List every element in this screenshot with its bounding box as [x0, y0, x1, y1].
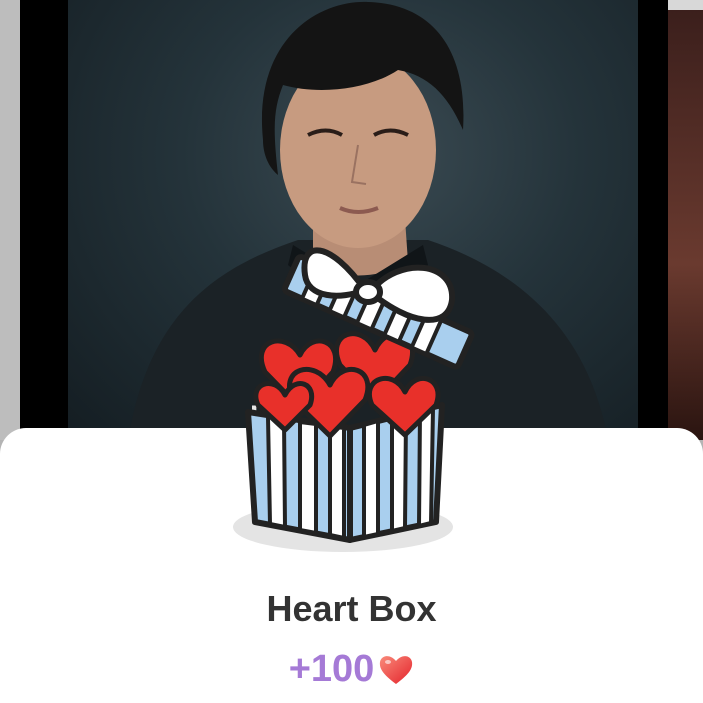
- screen: I k: [0, 0, 703, 703]
- reward-title: Heart Box: [266, 588, 437, 629]
- reward-value: +100: [288, 648, 375, 690]
- reward-amount-row: +100: [0, 648, 703, 691]
- heart-icon: [378, 653, 414, 687]
